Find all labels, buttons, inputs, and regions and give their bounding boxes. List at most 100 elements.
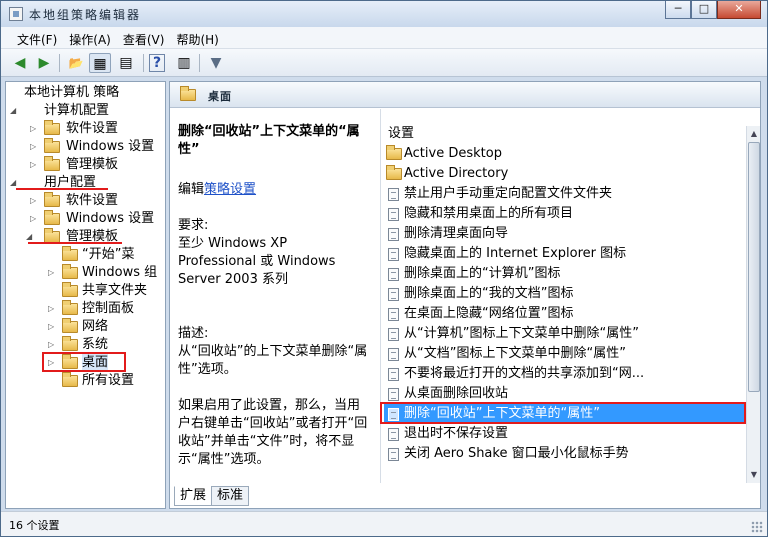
- list-item[interactable]: 隐藏和禁用桌面上的所有项目: [384, 204, 744, 224]
- policy-icon: [388, 308, 399, 321]
- folder-icon: [62, 300, 78, 315]
- list-item[interactable]: 从桌面删除回收站: [384, 384, 744, 404]
- list-item[interactable]: Active Desktop: [384, 144, 744, 164]
- policy-icon: [388, 388, 399, 401]
- description-more: 如果启用了此设置，那么，当用户右键单击“回收站”或者打开“回收站”并单击“文件”…: [178, 398, 368, 467]
- expand-icon[interactable]: ▷: [48, 264, 54, 282]
- list-item[interactable]: 删除清理桌面向导: [384, 224, 744, 244]
- resize-grip-icon[interactable]: [751, 521, 763, 533]
- edit-policy-line: 编辑策略设置: [178, 182, 257, 197]
- scroll-down-icon[interactable]: ▼: [748, 468, 760, 482]
- menu-action[interactable]: 操作(A): [65, 27, 119, 48]
- list-item[interactable]: 禁止用户手动重定向配置文件文件夹: [384, 184, 744, 204]
- settings-list: Active Desktop Active Directory 禁止用户手动重定…: [384, 144, 744, 484]
- scroll-up-icon[interactable]: ▲: [748, 127, 760, 141]
- policy-tree: 本地计算机 策略 ◢ 计算机配置 ▷ 软件设置 ▷ Windows 设置 ▷ 管…: [5, 81, 166, 509]
- policy-icon: [388, 208, 399, 221]
- annotation-box: [42, 352, 126, 372]
- list-item[interactable]: 在桌面上隐藏“网络位置”图标: [384, 304, 744, 324]
- details-header: 桌面: [170, 82, 760, 108]
- list-item[interactable]: 删除桌面上的“我的文档”图标: [384, 284, 744, 304]
- app-window: 本地组策略编辑器 ─ □ ✕ 文件(F) 操作(A) 查看(V) 帮助(H) ◀…: [0, 0, 768, 537]
- show-hide-tree-icon[interactable]: ▦: [89, 53, 111, 73]
- policy-icon: [388, 368, 399, 381]
- list-item[interactable]: 关闭 Aero Shake 窗口最小化鼠标手势: [384, 444, 744, 464]
- list-item[interactable]: 不要将最近打开的文档的共享添加到“网...: [384, 364, 744, 384]
- policy-icon: [388, 288, 399, 301]
- settings-column-header[interactable]: 设置: [388, 122, 414, 141]
- status-count: 16 个设置: [9, 519, 60, 532]
- filter-icon[interactable]: ▼: [205, 53, 227, 73]
- up-folder-icon[interactable]: 📂: [65, 53, 87, 73]
- requirements-label: 要求:: [178, 218, 209, 233]
- list-item[interactable]: 退出时不保存设置: [384, 424, 744, 444]
- toolbar-separator: [59, 54, 60, 72]
- restore-button[interactable]: □: [691, 1, 717, 19]
- folder-icon: [62, 282, 78, 297]
- folder-icon: [180, 86, 196, 101]
- expand-icon[interactable]: ▷: [30, 138, 36, 156]
- description-label: 描述:: [178, 326, 209, 341]
- annotation-underline: [16, 188, 108, 190]
- policy-icon: [388, 448, 399, 461]
- folder-icon: [386, 145, 402, 160]
- list-item[interactable]: 从“文档”图标上下文菜单中删除“属性”: [384, 344, 744, 364]
- requirements-text: 至少 Windows XP Professional 或 Windows Ser…: [178, 236, 336, 287]
- collapse-icon[interactable]: ◢: [10, 102, 16, 120]
- export-list-icon[interactable]: ▤: [115, 53, 137, 73]
- expand-icon[interactable]: ▷: [48, 318, 54, 336]
- close-button[interactable]: ✕: [717, 1, 761, 19]
- forward-arrow-icon[interactable]: ▶: [33, 53, 55, 73]
- annotation-box: [380, 402, 746, 424]
- folder-icon: [62, 246, 78, 261]
- folder-icon: [386, 165, 402, 180]
- folder-icon: [62, 336, 78, 351]
- list-item[interactable]: Active Directory: [384, 164, 744, 184]
- expand-icon[interactable]: ▷: [30, 210, 36, 228]
- settings-scrollbar[interactable]: ▲ ▼: [746, 126, 760, 483]
- menu-bar: 文件(F) 操作(A) 查看(V) 帮助(H): [1, 27, 767, 49]
- tab-extended[interactable]: 扩展: [174, 486, 213, 506]
- edit-policy-link[interactable]: 策略设置: [204, 182, 256, 197]
- folder-icon: [44, 120, 60, 135]
- minimize-button[interactable]: ─: [665, 1, 691, 19]
- window-controls: ─ □ ✕: [665, 1, 761, 19]
- pane-divider[interactable]: [380, 109, 381, 483]
- menu-help[interactable]: 帮助(H): [172, 27, 226, 48]
- policy-icon: [388, 328, 399, 341]
- toolbar: ◀ ▶ 📂 ▦ ▤ ? ▥ ▼: [1, 49, 767, 77]
- policy-icon: [388, 268, 399, 281]
- expand-icon[interactable]: ▷: [30, 156, 36, 174]
- expand-icon[interactable]: ▷: [30, 192, 36, 210]
- folder-icon: [62, 372, 78, 387]
- tab-standard[interactable]: 标准: [211, 486, 250, 506]
- status-bar: 16 个设置: [1, 511, 767, 536]
- folder-icon: [44, 138, 60, 153]
- folder-icon: [62, 318, 78, 333]
- toolbar-separator: [199, 54, 200, 72]
- menu-file[interactable]: 文件(F): [13, 27, 65, 48]
- description-text: 从“回收站”的上下文菜单删除“属性”选项。: [178, 344, 368, 377]
- expand-icon[interactable]: ▷: [48, 300, 54, 318]
- help-icon[interactable]: ?: [149, 54, 165, 72]
- details-pane: 桌面 删除“回收站”上下文菜单的“属性” 编辑策略设置 要求: 至少 Windo…: [169, 81, 761, 509]
- policy-icon: [388, 188, 399, 201]
- policy-icon: [388, 228, 399, 241]
- scroll-thumb[interactable]: [748, 142, 760, 392]
- description-panel: 删除“回收站”上下文菜单的“属性” 编辑策略设置 要求: 至少 Windows …: [170, 109, 380, 483]
- properties-icon[interactable]: ▥: [173, 53, 195, 73]
- menu-view[interactable]: 查看(V): [119, 27, 173, 48]
- list-item[interactable]: 隐藏桌面上的 Internet Explorer 图标: [384, 244, 744, 264]
- details-header-title: 桌面: [208, 90, 232, 103]
- window-title: 本地组策略编辑器: [29, 8, 142, 22]
- list-item[interactable]: 从“计算机”图标上下文菜单中删除“属性”: [384, 324, 744, 344]
- list-item[interactable]: 删除桌面上的“计算机”图标: [384, 264, 744, 284]
- folder-icon: [44, 210, 60, 225]
- back-arrow-icon[interactable]: ◀: [9, 53, 31, 73]
- expand-icon[interactable]: ▷: [30, 120, 36, 138]
- description-title: 删除“回收站”上下文菜单的“属性”: [178, 124, 360, 157]
- view-tabs: 扩展 标准: [174, 486, 250, 506]
- annotation-underline: [28, 242, 122, 244]
- policy-icon: [388, 428, 399, 441]
- title-bar[interactable]: 本地组策略编辑器 ─ □ ✕: [1, 1, 767, 27]
